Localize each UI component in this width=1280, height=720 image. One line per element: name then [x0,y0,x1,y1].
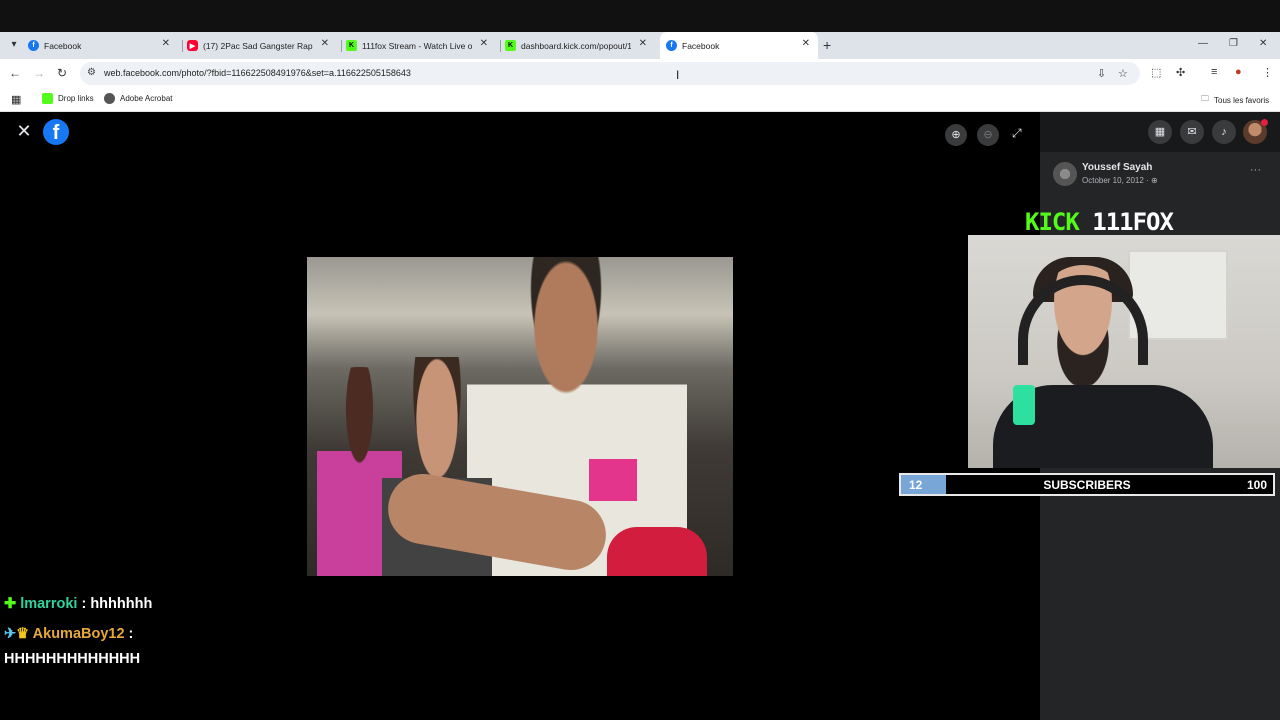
zoom-in-button[interactable]: ⊕ [945,124,967,146]
tab-label: Facebook [44,40,82,51]
bookmark-adobe-acrobat[interactable]: Adobe Acrobat [104,93,172,104]
folder-icon: 🗀 [1201,94,1209,103]
kick-word: KICK [1025,208,1080,236]
facebook-logo[interactable]: f [43,119,69,145]
chat-username: AkumaBoy12 [32,626,125,642]
tab-youtube[interactable]: ▶ (17) 2Pac Sad Gangster Rap M ✕ [187,32,337,59]
chat-username: lmarroki [20,596,78,612]
channel-name: 111FOX [1092,208,1174,236]
facebook-photo-viewer: ✕ f ⊕ ⊖ ⤢ ▦ ✉ ♪ Youssef Sayah October 10… [0,112,1280,720]
tab-separator [182,40,183,52]
post-date[interactable]: October 10, 2012 · ⊕ [1082,176,1158,185]
url-text[interactable]: web.facebook.com/photo/?fbid=11662250849… [104,68,411,78]
bookmark-star-icon[interactable]: ☆ [1118,67,1128,80]
zoom-out-button[interactable]: ⊖ [977,124,999,146]
chat-text: HHHHHHHHHHHHH [4,651,141,667]
close-icon[interactable]: ✕ [802,38,810,49]
youtube-favicon-icon: ▶ [187,40,198,51]
close-viewer-button[interactable]: ✕ [15,122,33,140]
bookmark-drop-links[interactable]: Drop links [42,93,94,104]
browser-toolbar: ← → ↻ ⚙ web.facebook.com/photo/?fbid=116… [0,59,1280,88]
extension-icon[interactable]: ⬚ [1151,66,1161,79]
chat-text: hhhhhhh [90,596,153,612]
photo[interactable] [307,257,733,576]
tab-facebook-1[interactable]: f Facebook ✕ [28,32,178,59]
media-control-icon[interactable]: ≡ [1211,66,1217,78]
bookmark-label: Adobe Acrobat [120,94,173,103]
account-avatar[interactable] [1243,119,1268,144]
install-app-icon[interactable]: ⇩ [1097,67,1106,80]
chat-message: ✈♛ AkumaBoy12 : [4,626,133,642]
all-bookmarks-label: Tous les favoris [1214,95,1270,105]
apps-grid-icon[interactable]: ▦ [11,93,21,106]
subscribers-count: 12 [909,478,923,492]
text-cursor-icon: I [676,68,680,82]
kick-bookmark-icon [42,93,53,104]
tab-label: (17) 2Pac Sad Gangster Rap M [203,40,313,51]
kick-favicon-icon: K [346,40,357,51]
webcam-overlay [968,235,1280,468]
close-icon[interactable]: ✕ [480,38,488,49]
crown-badge-icon: ♛ [16,626,30,642]
facebook-favicon-icon: f [28,40,39,51]
subscribers-goal: 100 [1246,478,1267,492]
acrobat-icon [104,93,115,104]
site-info-icon[interactable]: ⚙ [87,67,96,78]
notifications-bell-icon[interactable]: ♪ [1212,120,1236,144]
tab-kick-stream[interactable]: K 111fox Stream - Watch Live on ✕ [346,32,496,59]
sword-badge-icon: ✈ [4,626,17,642]
post-date-text: October 10, 2012 · [1082,176,1151,185]
tab-strip: ▾ f Facebook ✕ ▶ (17) 2Pac Sad Gangster … [0,32,1280,59]
menu-grid-icon[interactable]: ▦ [1148,120,1172,144]
back-icon[interactable]: ← [9,66,21,80]
microphone [1013,385,1035,425]
tab-facebook-active[interactable]: f Facebook ✕ [660,32,818,59]
close-icon[interactable]: ✕ [321,38,329,49]
forward-icon[interactable]: → [33,66,45,80]
plus-badge-icon: ✚ [4,596,17,612]
minimize-icon[interactable]: — [1198,38,1208,49]
author-avatar[interactable] [1053,162,1077,186]
menu-kebab-icon[interactable]: ⋮ [1262,66,1273,79]
tab-separator [341,40,342,52]
bookmark-label: Drop links [58,94,94,103]
tab-search-icon[interactable]: ▾ [6,37,22,53]
kick-channel-logo: KICK 111FOX [1025,208,1174,236]
chat-separator: : [77,596,91,612]
bookmarks-bar: ▦ Drop links Adobe Acrobat 🗀 Tous les fa… [0,88,1280,112]
subscriber-goal-bar: SUBSCRIBERS 12 100 [899,473,1275,496]
all-bookmarks-folder[interactable]: 🗀 Tous les favoris [1201,93,1269,107]
window-close-icon[interactable]: ✕ [1259,38,1267,49]
tab-label: 111fox Stream - Watch Live on [362,40,472,51]
more-options-button[interactable]: ··· [1250,164,1261,176]
chat-separator: : [124,626,134,642]
close-icon[interactable]: ✕ [639,38,647,49]
reload-icon[interactable]: ↻ [57,66,67,80]
tab-separator [500,40,501,52]
chat-message: ✚ lmarroki : hhhhhhh [4,596,152,612]
top-black-bar [0,0,1280,32]
facebook-favicon-icon: f [666,40,677,51]
author-name[interactable]: Youssef Sayah [1082,162,1152,173]
photo-shirt-print [589,459,637,501]
messenger-icon[interactable]: ✉ [1180,120,1204,144]
profile-icon[interactable]: ● [1235,66,1242,78]
restore-icon[interactable]: ❐ [1229,38,1238,49]
new-tab-button[interactable]: + [823,37,831,53]
chat-message-continued: HHHHHHHHHHHHH [4,651,140,667]
tab-label: Facebook [682,40,720,51]
photo-red-cloth [607,527,707,576]
tab-label: dashboard.kick.com/popout/11 [521,40,631,51]
close-icon[interactable]: ✕ [162,38,170,49]
subscribers-label: SUBSCRIBERS [1043,478,1131,492]
notification-dot [1261,119,1268,126]
tab-kick-dashboard[interactable]: K dashboard.kick.com/popout/11 ✕ [505,32,655,59]
address-bar[interactable]: ⚙ web.facebook.com/photo/?fbid=116622508… [80,62,1140,85]
kick-favicon-icon: K [505,40,516,51]
privacy-globe-icon: ⊕ [1150,176,1158,185]
fullscreen-icon[interactable]: ⤢ [1012,126,1022,141]
extensions-puzzle-icon[interactable]: ✣ [1176,66,1185,79]
